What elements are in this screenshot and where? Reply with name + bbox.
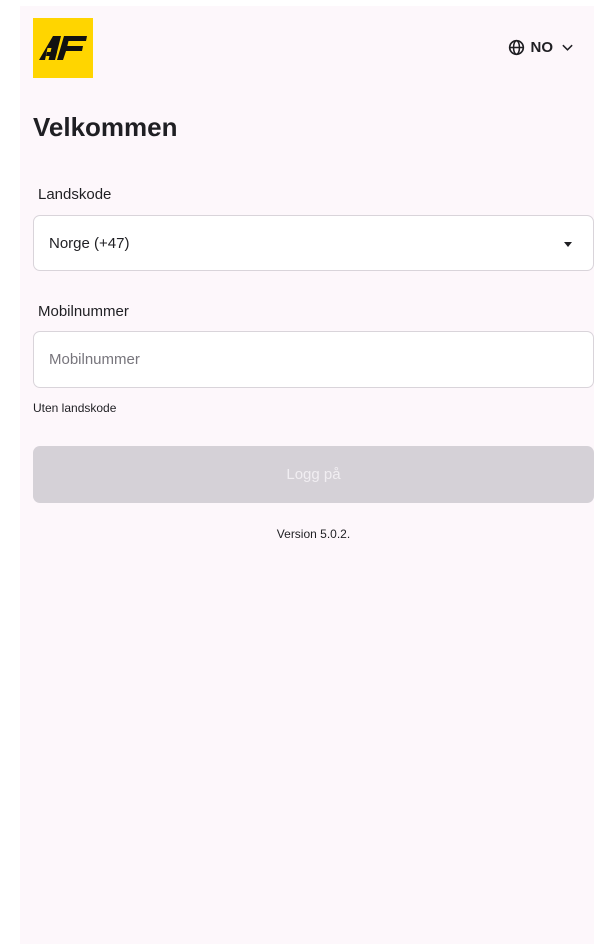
globe-icon: [508, 39, 524, 56]
af-logo: [33, 18, 93, 78]
page-title: Velkommen: [33, 112, 178, 142]
mobile-number-label: Mobilnummer: [38, 303, 129, 320]
mobile-number-input[interactable]: [33, 331, 594, 388]
af-logo-mark: [39, 36, 87, 60]
country-code-label: Landskode: [38, 186, 112, 203]
country-code-value: Norge (+47): [49, 234, 130, 252]
login-button[interactable]: Logg på: [33, 446, 594, 503]
country-code-select[interactable]: Norge (+47): [33, 215, 594, 271]
caret-down-icon: [564, 242, 572, 247]
app-version: Version 5.0.2.: [276, 527, 351, 541]
mobile-number-helper: Uten landskode: [33, 401, 117, 415]
login-screen: NO Velkommen Landskode Norge (+47) Mobil…: [20, 6, 594, 944]
chevron-down-icon: [562, 44, 573, 51]
language-selector[interactable]: NO: [508, 39, 575, 56]
language-code: NO: [530, 39, 554, 56]
